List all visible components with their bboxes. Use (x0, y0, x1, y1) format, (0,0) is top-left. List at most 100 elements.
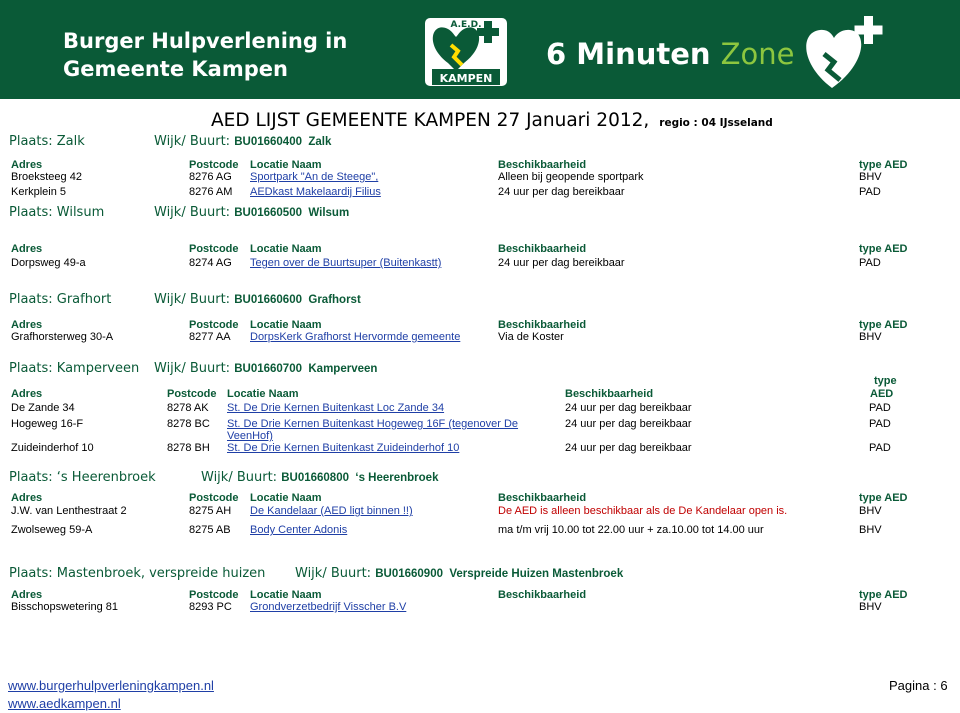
col-beschikbaarheid: Beschikbaarheid (498, 589, 587, 601)
cell-postcode: 8274 AG (189, 257, 232, 269)
cell-locatie-link[interactable]: Grondverzetbedrijf Visscher B.V (250, 601, 406, 613)
col-beschikbaarheid: Beschikbaarheid (498, 159, 587, 171)
col-postcode: Postcode (189, 492, 239, 504)
col-adres: Adres (11, 492, 43, 504)
cell-locatie-link[interactable]: St. De Drie Kernen Buitenkast Loc Zande … (227, 402, 444, 414)
col-type-aed: type AED (859, 159, 908, 171)
cell-adres: J.W. van Lenthestraat 2 (11, 505, 127, 517)
cell-locatie-link[interactable]: DorpsKerk Grafhorst Hervormde gemeente (250, 331, 460, 343)
col-adres: Adres (11, 589, 43, 601)
cell-postcode: 8276 AM (189, 186, 233, 198)
table-row: J.W. van Lenthestraat 2 8275 AH De Kande… (0, 505, 960, 519)
table-row: Bisschopswetering 81 8293 PC Grondverzet… (0, 601, 960, 615)
badge-bottom-text: KAMPEN (440, 72, 493, 85)
plaats-heading: Plaats: Grafhort (9, 292, 112, 307)
wijk-code: BU01660400 (234, 136, 302, 148)
table-row: Zwolseweg 59-A 8275 AB Body Center Adoni… (0, 524, 960, 538)
wijk-label: Wijk/ Buurt: (154, 205, 231, 220)
cell-postcode: 8275 AB (189, 524, 231, 536)
cell-beschikbaarheid: 24 uur per dag bereikbaar (498, 186, 625, 198)
cell-adres: Zwolseweg 59-A (11, 524, 93, 536)
wijk-name: Kamperveen (308, 363, 378, 375)
cell-beschikbaarheid: ma t/m vrij 10.00 tot 22.00 uur + za.10.… (498, 524, 764, 536)
wijk-heading: Wijk/ Buurt: BU01660700 Kamperveen (154, 361, 377, 376)
wijk-name: Zalk (308, 136, 332, 148)
cell-locatie-link[interactable]: De Kandelaar (AED ligt binnen !!) (250, 505, 413, 517)
cell-adres: Hogeweg 16-F (11, 418, 84, 430)
col-type-aed: type AED (859, 589, 908, 601)
badge-top-text: A.E.D. (450, 20, 481, 30)
col-postcode: Postcode (189, 589, 239, 601)
col-locatie: Locatie Naam (250, 492, 322, 504)
wijk-code: BU01660500 (234, 207, 302, 219)
col-beschikbaarheid: Beschikbaarheid (498, 319, 587, 331)
footer-link-aedkampen[interactable]: www.aedkampen.nl (8, 696, 121, 711)
cell-type: BHV (859, 331, 882, 343)
wijk-label: Wijk/ Buurt: (154, 134, 231, 149)
table-row: Broeksteeg 42 8276 AG Sportpark "An de S… (0, 171, 960, 185)
table-row: Grafhorsterweg 30-A 8277 AA DorpsKerk Gr… (0, 331, 960, 345)
wijk-code: BU01660900 (375, 568, 443, 580)
document-title-text: AED LIJST GEMEENTE KAMPEN 27 Januari 201… (211, 110, 650, 131)
cell-locatie-link[interactable]: Body Center Adonis (250, 524, 347, 536)
cell-locatie-link-line2[interactable]: VeenHof) (227, 430, 273, 442)
table-row: De Zande 34 8278 AK St. De Drie Kernen B… (0, 402, 960, 416)
cell-beschikbaarheid: 24 uur per dag bereikbaar (565, 402, 692, 414)
table-row: Dorpsweg 49-a 8274 AG Tegen over de Buur… (0, 257, 960, 271)
cell-postcode: 8278 BH (167, 442, 210, 454)
cell-locatie-link[interactable]: Tegen over de Buurtsuper (Buitenkastt) (250, 257, 441, 269)
cell-adres: De Zande 34 (11, 402, 75, 414)
column-header-row: Adres Postcode Locatie Naam Beschikbaarh… (0, 492, 960, 506)
cell-beschikbaarheid: Via de Koster (498, 331, 564, 343)
cell-locatie-link[interactable]: St. De Drie Kernen Buitenkast Hogeweg 16… (227, 418, 518, 430)
header-banner: Burger Hulpverlening in Gemeente Kampen … (0, 0, 960, 99)
wijk-code: BU01660800 (281, 472, 349, 484)
heart-plus-icon (806, 16, 883, 88)
cell-type: PAD (859, 186, 881, 198)
plaats-heading: Plaats: Wilsum (9, 205, 105, 220)
footer-link-burgerhulpverlening[interactable]: www.burgerhulpverleningkampen.nl (8, 678, 214, 693)
cell-type: BHV (859, 601, 882, 613)
banner-title-line1: Burger Hulpverlening in (63, 29, 348, 53)
cell-adres: Kerkplein 5 (11, 186, 67, 198)
region-label: regio : 04 IJsseland (659, 117, 773, 129)
zone-title-part1: 6 Minuten (546, 37, 711, 71)
cell-adres: Dorpsweg 49-a (11, 257, 86, 269)
cell-beschikbaarheid: 24 uur per dag bereikbaar (565, 442, 692, 454)
cell-locatie-link[interactable]: St. De Drie Kernen Buitenkast Zuideinder… (227, 442, 459, 454)
col-postcode: Postcode (189, 319, 239, 331)
page-number: Pagina : 6 (889, 678, 948, 693)
document-title: AED LIJST GEMEENTE KAMPEN 27 Januari 201… (211, 110, 773, 131)
cell-type: PAD (869, 442, 891, 454)
col-adres: Adres (11, 319, 43, 331)
cell-type: PAD (869, 418, 891, 430)
cell-type: BHV (859, 171, 882, 183)
cell-postcode: 8278 AK (167, 402, 209, 414)
col-locatie: Locatie Naam (250, 159, 322, 171)
cell-type: PAD (859, 257, 881, 269)
col-adres: Adres (11, 243, 43, 255)
wijk-label: Wijk/ Buurt: (154, 292, 231, 307)
col-postcode: Postcode (189, 159, 239, 171)
cell-beschikbaarheid: 24 uur per dag bereikbaar (498, 257, 625, 269)
zone-title: 6 Minuten Zone (546, 37, 795, 71)
col-type-aed: type AED (859, 319, 908, 331)
plaats-heading: Plaats: Zalk (9, 134, 85, 149)
cell-adres: Broeksteeg 42 (11, 171, 82, 183)
cell-adres: Bisschopswetering 81 (11, 601, 119, 613)
col-type-aed: type AED (859, 243, 908, 255)
cell-type: PAD (869, 402, 891, 414)
cell-locatie-link[interactable]: AEDkast Makelaardij Filius (250, 186, 381, 198)
wijk-label: Wijk/ Buurt: (154, 361, 231, 376)
plaats-heading: Plaats: Mastenbroek, verspreide huizen (9, 566, 266, 581)
cell-locatie-link[interactable]: Sportpark "An de Steege", (250, 171, 378, 183)
wijk-code: BU01660600 (234, 294, 302, 306)
col-postcode: Postcode (167, 388, 217, 400)
column-header-type-top: type (0, 375, 960, 389)
wijk-heading: Wijk/ Buurt: BU01660400 Zalk (154, 134, 331, 149)
col-locatie: Locatie Naam (227, 388, 299, 400)
cell-postcode: 8276 AG (189, 171, 232, 183)
table-row: Kerkplein 5 8276 AM AEDkast Makelaardij … (0, 186, 960, 200)
cell-adres: Grafhorsterweg 30-A (11, 331, 114, 343)
wijk-heading: Wijk/ Buurt: BU01660800 ‘s Heerenbroek (201, 470, 438, 485)
